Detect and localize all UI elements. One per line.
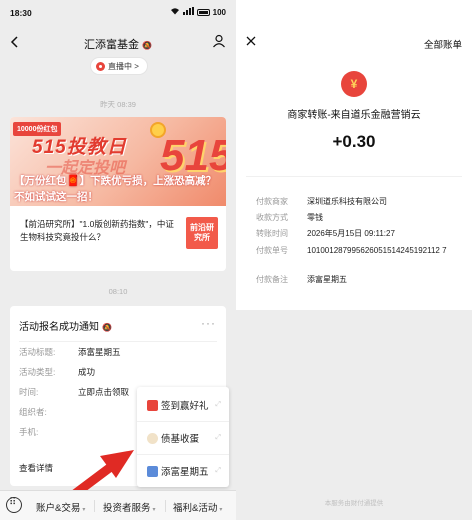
menu-label: 账户&交易 [36,503,81,514]
divider [165,500,166,512]
receipt-row-label: 付款商家 [256,197,288,206]
menu-caret-icon: ▾ [152,507,156,513]
keyboard-icon[interactable] [6,497,22,513]
chat-pane: 18:30 100 汇添富基金 🔕 直播中 > 昨天 08:39 10000份红包… [0,0,236,520]
menu-caret-icon: ▾ [82,507,86,513]
service-provider-note: 本服务由财付通提供 [324,500,384,507]
receipt-row-value: 深圳道乐科技有限公司 [307,197,387,206]
merchant-logo-icon [341,71,367,97]
receipt-row-label: 收款方式 [256,213,288,222]
receipt-row-label: 付款备注 [256,275,288,284]
receipt-row-label: 付款单号 [256,246,288,255]
menu-label: 投资者服务 [103,503,151,514]
receipt-row-value: 零钱 [307,213,323,222]
menu-label: 福利&活动 [173,503,218,514]
divider [94,500,95,512]
receipt-row-value: 添富星期五 [307,275,347,284]
menu-caret-icon: ▾ [219,507,223,513]
receipt-row-label: 转账时间 [256,229,288,238]
red-arrow-annotation-icon [55,450,134,510]
receipt-card: 全部账单 商家转账-来自道乐金融营销云 +0.30 付款商家 深圳道乐科技有限公… [236,0,472,310]
all-bills-link[interactable]: 全部账单 [424,37,462,51]
menu-welfare-activity[interactable]: 福利&活动 ▾ [173,500,222,514]
receipt-row-value: 2026年5月15日 09:11:27 [307,229,395,238]
bottom-menu-bar: 账户&交易▾ 投资者服务▾ 福利&活动▾ [0,490,236,520]
receipt-pane: 18:30 100 全部账单 商家转账-来自道乐金融营销云 +0.30 付款商家… [236,0,472,520]
close-icon[interactable] [246,36,256,46]
receipt-row-value: 101001287995626051514245192112 7 [307,246,447,255]
amount: +0.30 [332,132,376,151]
menu-investor-service[interactable]: 投资者服务 ▾ [103,500,156,514]
merchant-title: 商家转账-来自道乐金融营销云 [287,110,421,121]
divider [246,176,462,177]
menu-account-trade[interactable]: 账户&交易 ▾ [36,500,85,514]
